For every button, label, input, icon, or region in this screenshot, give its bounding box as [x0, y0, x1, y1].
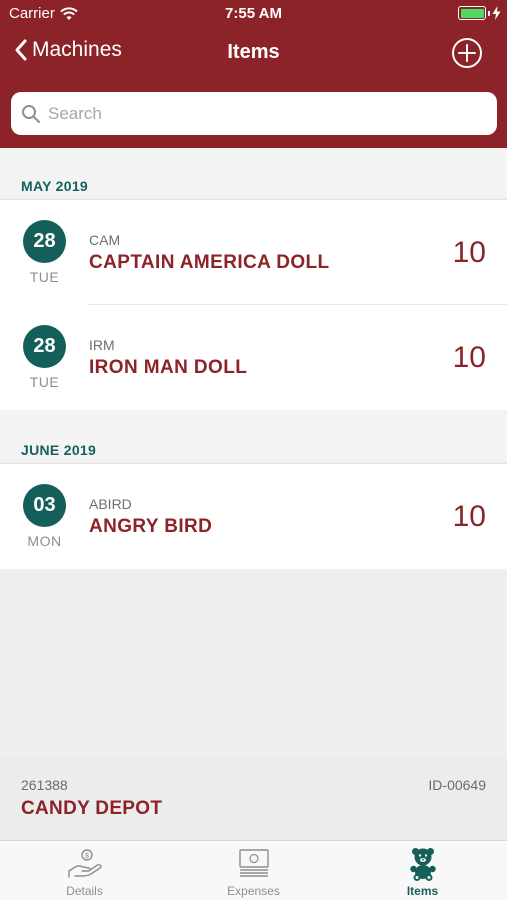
battery-icon — [458, 6, 501, 20]
location-summary: 261388 CANDY DEPOT ID-00649 — [0, 755, 507, 840]
header: Carrier 7:55 AM Machines Items — [0, 0, 507, 148]
item-name: IRON MAN DOLL — [89, 357, 248, 378]
clock: 7:55 AM — [225, 5, 282, 22]
item-code: CAM — [89, 232, 121, 248]
section-header: MAY 2019 — [0, 148, 507, 200]
tab-label: Details — [66, 884, 103, 898]
list-item[interactable]: 03 MON ABIRD ANGRY BIRD 10 — [0, 464, 507, 569]
item-quantity: 10 — [452, 500, 486, 533]
machine-id: ID-00649 — [428, 777, 486, 793]
location-name: CANDY DEPOT — [21, 798, 163, 819]
hand-coin-icon: $ — [67, 849, 102, 878]
item-quantity: 10 — [452, 341, 486, 374]
list-item[interactable]: 28 TUE IRM IRON MAN DOLL 10 — [0, 305, 507, 410]
tab-details[interactable]: $ Details — [0, 841, 169, 900]
charging-icon — [492, 6, 501, 20]
plus-circle-icon[interactable] — [451, 37, 483, 69]
teddy-bear-icon — [409, 848, 436, 881]
chevron-left-icon — [15, 39, 27, 61]
status-bar: Carrier 7:55 AM — [0, 0, 507, 28]
tab-label: Expenses — [227, 884, 280, 898]
item-name: ANGRY BIRD — [89, 516, 213, 537]
date-badge: 03 — [23, 484, 66, 527]
item-quantity: 10 — [452, 236, 486, 269]
weekday-label: TUE — [29, 269, 60, 285]
item-code: ABIRD — [89, 496, 132, 512]
tab-expenses[interactable]: Expenses — [169, 841, 338, 900]
date-badge: 28 — [23, 220, 66, 263]
cash-stack-icon — [238, 849, 269, 877]
back-button-label: Machines — [32, 38, 122, 61]
tab-items[interactable]: Items — [338, 841, 507, 900]
item-name: CAPTAIN AMERICA DOLL — [89, 252, 330, 273]
tab-label: Items — [406, 884, 439, 898]
location-code: 261388 — [21, 777, 68, 793]
item-code: IRM — [89, 337, 115, 353]
back-button[interactable]: Machines — [14, 38, 122, 62]
date-badge: 28 — [23, 325, 66, 368]
search-bar[interactable] — [11, 92, 497, 135]
search-input[interactable] — [48, 103, 468, 124]
weekday-label: MON — [27, 533, 62, 549]
list-item[interactable]: 28 TUE CAM CAPTAIN AMERICA DOLL 10 — [0, 200, 507, 305]
navigation-bar: Machines Items — [0, 28, 507, 78]
section-header: JUNE 2019 — [0, 410, 507, 464]
items-list: MAY 2019 28 TUE CAM CAPTAIN AMERICA DOLL… — [0, 148, 507, 569]
weekday-label: TUE — [29, 374, 60, 390]
svg-text:$: $ — [85, 853, 89, 860]
search-icon — [22, 104, 40, 123]
tab-bar: $ Details Expenses Items — [0, 840, 507, 900]
